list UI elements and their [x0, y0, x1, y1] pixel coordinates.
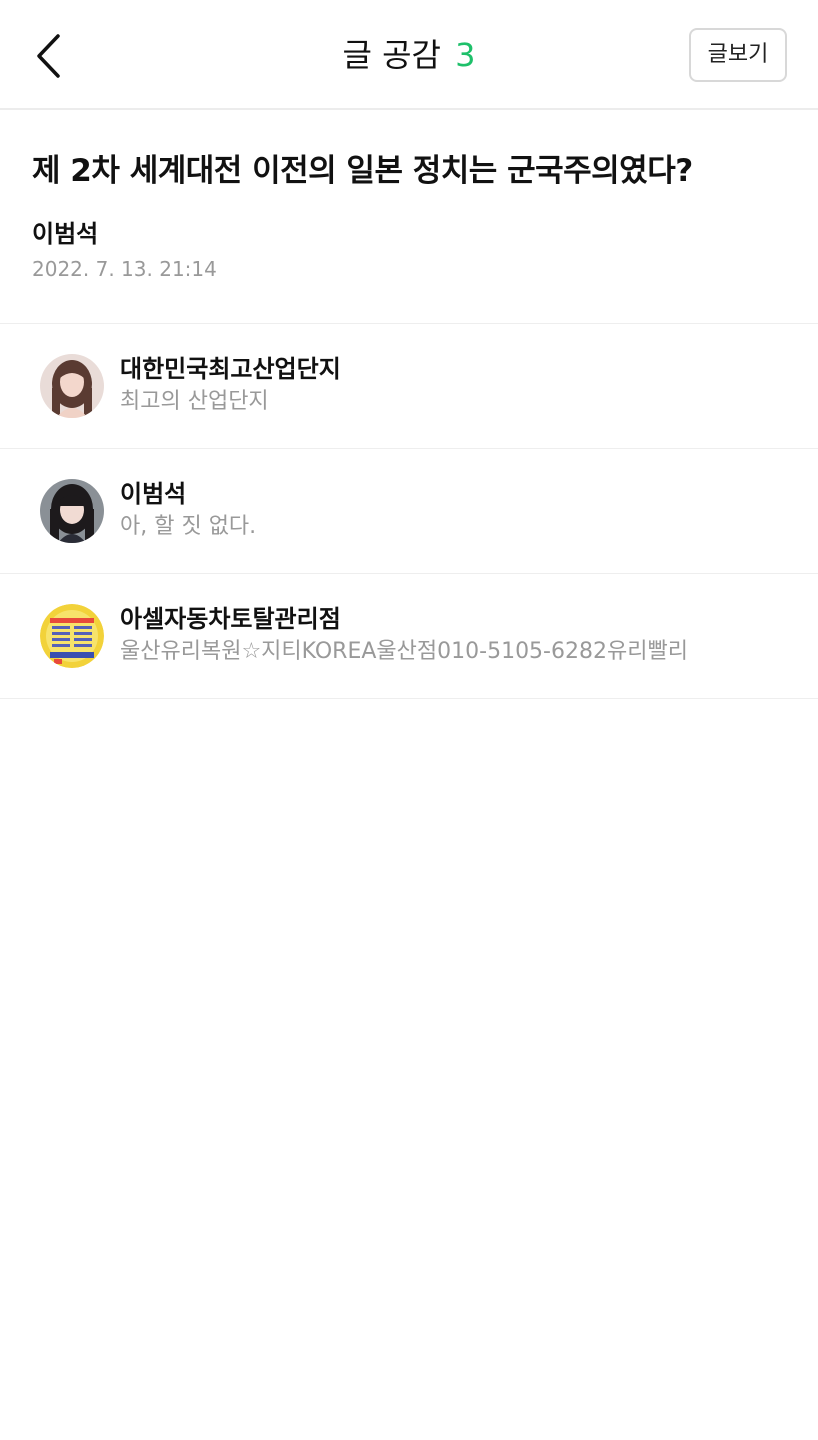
user-description: 울산유리복원☆지티KOREA울산점010-5105-6282유리빨리 [120, 639, 688, 664]
user-description: 최고의 산업단지 [120, 389, 269, 414]
page-title-text: 글 공감 [342, 36, 441, 74]
list-item[interactable]: 대한민국최고산업단지 최고의 산업단지 [0, 324, 818, 449]
like-count: 3 [455, 36, 476, 74]
user-name: 아셀자동차토탈관리점 [120, 605, 341, 633]
avatar-shop-logo-icon [40, 604, 104, 668]
post-author: 이범석 [32, 220, 99, 248]
avatar[interactable] [40, 604, 104, 668]
list-item[interactable]: 아셀자동차토탈관리점 울산유리복원☆지티KOREA울산점010-5105-628… [0, 574, 818, 699]
post-date: 2022. 7. 13. 21:14 [32, 257, 217, 281]
view-post-button[interactable]: 글보기 [689, 28, 787, 82]
user-name: 대한민국최고산업단지 [120, 355, 341, 383]
avatar[interactable] [40, 479, 104, 543]
avatar-woman-long-hair-icon [40, 354, 104, 418]
post-title[interactable]: 제 2차 세계대전 이전의 일본 정치는 군국주의였다? [32, 146, 693, 196]
avatar-woman-bangs-icon [40, 479, 104, 543]
list-item[interactable]: 이범석 아, 할 짓 없다. [0, 449, 818, 574]
user-description: 아, 할 짓 없다. [120, 514, 257, 539]
avatar[interactable] [40, 354, 104, 418]
post-summary: 제 2차 세계대전 이전의 일본 정치는 군국주의였다? 이범석 2022. 7… [0, 110, 818, 324]
top-bar: 글 공감 3 글보기 [0, 0, 818, 110]
like-user-list: 대한민국최고산업단지 최고의 산업단지 이범석 아, 할 짓 없다. 아셀자동차… [0, 324, 818, 699]
user-name: 이범석 [120, 480, 187, 508]
